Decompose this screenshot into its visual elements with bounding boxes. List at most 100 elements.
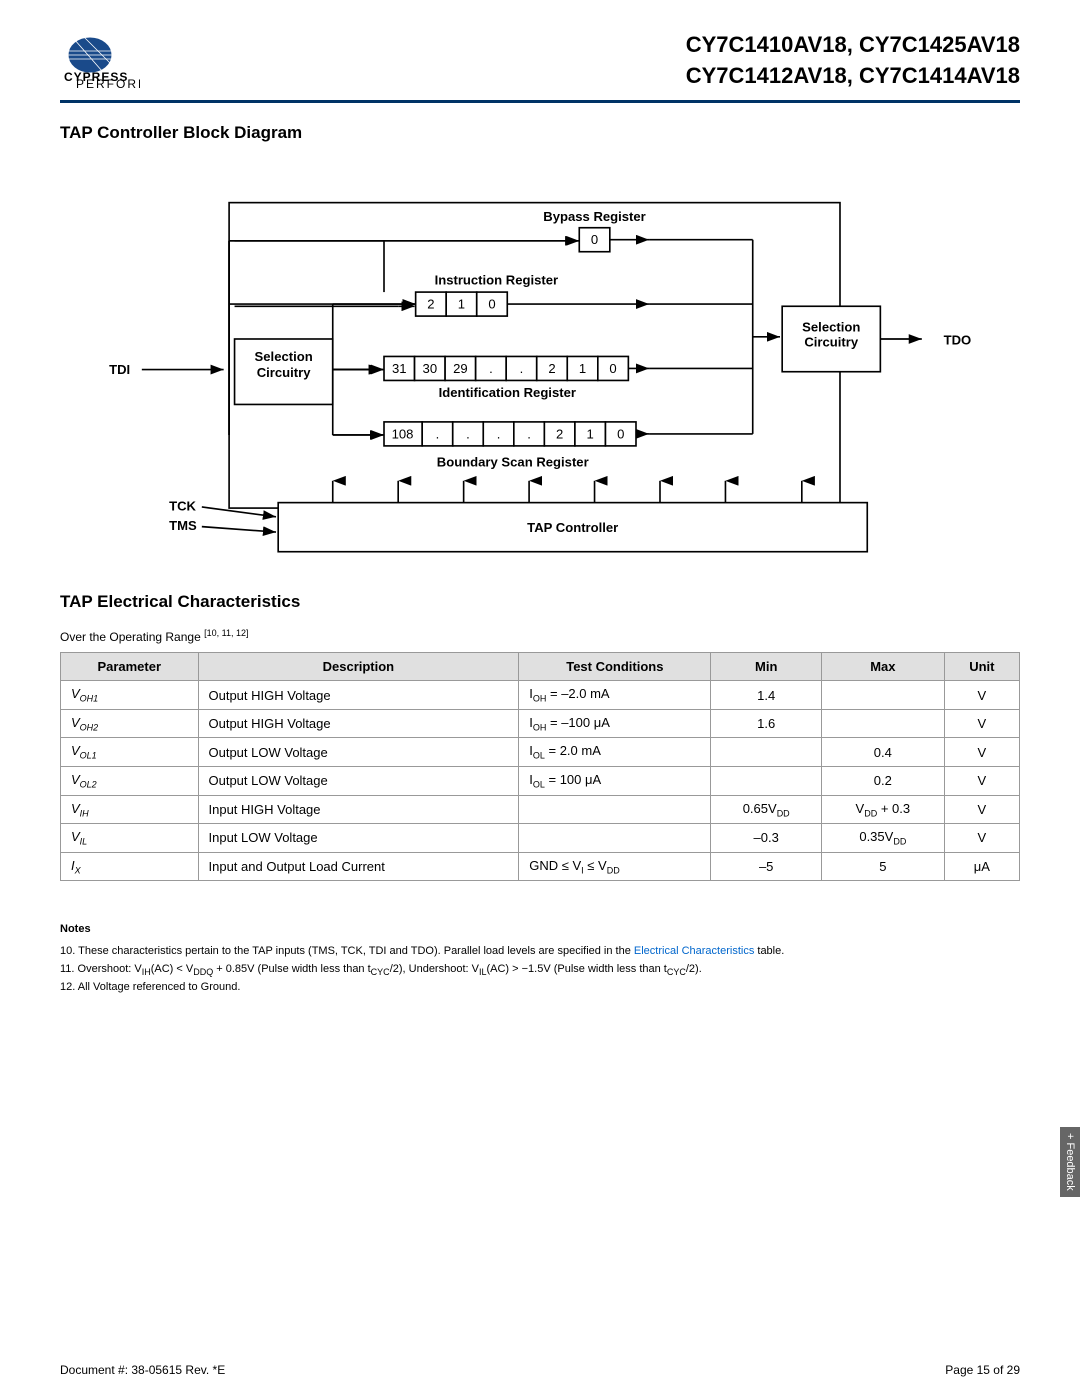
svg-text:108: 108	[392, 426, 414, 441]
svg-text:TMS: TMS	[169, 517, 197, 532]
svg-text:1: 1	[458, 296, 465, 311]
cell-max: 0.35VDD	[821, 824, 944, 853]
col-header-min: Min	[711, 653, 821, 681]
cell-test-conditions: IOL = 100 μA	[519, 767, 711, 796]
operating-range: Over the Operating Range [10, 11, 12]	[60, 628, 1020, 644]
svg-text:Circuitry: Circuitry	[804, 334, 859, 349]
svg-text:TDO: TDO	[944, 332, 972, 347]
cell-description: Output HIGH Voltage	[198, 709, 519, 738]
cell-param: VOH1	[61, 681, 199, 710]
cell-description: Input LOW Voltage	[198, 824, 519, 853]
svg-text:.: .	[436, 426, 440, 441]
svg-text:Circuitry: Circuitry	[257, 365, 312, 380]
electrical-characteristics-link[interactable]: Electrical Characteristics	[634, 945, 754, 957]
svg-text:1: 1	[587, 426, 594, 441]
title-line1: CY7C1410AV18, CY7C1425AV18	[686, 32, 1020, 57]
cell-max: 0.4	[821, 738, 944, 767]
page-number: Page 15 of 29	[945, 1363, 1020, 1377]
cell-unit: V	[944, 795, 1019, 824]
cell-min: –5	[711, 852, 821, 881]
table-row: IX Input and Output Load Current GND ≤ V…	[61, 852, 1020, 881]
svg-text:0: 0	[617, 426, 624, 441]
table-section: TAP Electrical Characteristics Over the …	[60, 592, 1020, 881]
note-item: 12. All Voltage referenced to Ground.	[60, 979, 1020, 997]
cell-min	[711, 767, 821, 796]
svg-text:Bypass Register: Bypass Register	[543, 209, 645, 224]
notes-section: Notes 10. These characteristics pertain …	[60, 921, 1020, 996]
svg-text:29: 29	[453, 360, 468, 375]
svg-text:30: 30	[423, 360, 438, 375]
svg-text:31: 31	[392, 360, 407, 375]
cell-unit: μA	[944, 852, 1019, 881]
cell-description: Input and Output Load Current	[198, 852, 519, 881]
feedback-button[interactable]: + Feedback	[1060, 1127, 1080, 1197]
cell-description: Output LOW Voltage	[198, 767, 519, 796]
cell-description: Output HIGH Voltage	[198, 681, 519, 710]
svg-text:Instruction Register: Instruction Register	[435, 272, 559, 287]
svg-text:Identification Register: Identification Register	[439, 384, 576, 399]
table-row: VIH Input HIGH Voltage 0.65VDD VDD + 0.3…	[61, 795, 1020, 824]
cell-param: VOL1	[61, 738, 199, 767]
table-row: VOL2 Output LOW Voltage IOL = 100 μA 0.2…	[61, 767, 1020, 796]
cell-unit: V	[944, 767, 1019, 796]
cell-param: VIH	[61, 795, 199, 824]
cell-unit: V	[944, 709, 1019, 738]
cell-description: Output LOW Voltage	[198, 738, 519, 767]
title-line2: CY7C1412AV18, CY7C1414AV18	[686, 63, 1020, 88]
svg-text:2: 2	[548, 360, 555, 375]
cell-unit: V	[944, 824, 1019, 853]
svg-text:.: .	[527, 426, 531, 441]
cell-test-conditions: GND ≤ VI ≤ VDD	[519, 852, 711, 881]
col-header-max: Max	[821, 653, 944, 681]
svg-text:Boundary Scan Register: Boundary Scan Register	[437, 454, 589, 469]
note-item: 10. These characteristics pertain to the…	[60, 943, 1020, 961]
diagram-section-title: TAP Controller Block Diagram	[60, 123, 1020, 143]
svg-text:.: .	[489, 360, 493, 375]
cell-param: VIL	[61, 824, 199, 853]
svg-text:0: 0	[488, 296, 495, 311]
cell-description: Input HIGH Voltage	[198, 795, 519, 824]
cell-min: 0.65VDD	[711, 795, 821, 824]
cell-test-conditions	[519, 795, 711, 824]
svg-text:2: 2	[556, 426, 563, 441]
header-title: CY7C1410AV18, CY7C1425AV18 CY7C1412AV18,…	[686, 30, 1020, 92]
svg-text:1: 1	[579, 360, 586, 375]
cell-param: IX	[61, 852, 199, 881]
footer: Document #: 38-05615 Rev. *E Page 15 of …	[60, 1363, 1020, 1377]
svg-text:0: 0	[609, 360, 616, 375]
cell-max: VDD + 0.3	[821, 795, 944, 824]
svg-text:TAP Controller: TAP Controller	[527, 520, 618, 535]
table-row: VOH2 Output HIGH Voltage IOH = –100 μA 1…	[61, 709, 1020, 738]
cell-unit: V	[944, 738, 1019, 767]
svg-text:TCK: TCK	[169, 498, 196, 513]
cell-max: 5	[821, 852, 944, 881]
table-row: VOH1 Output HIGH Voltage IOH = –2.0 mA 1…	[61, 681, 1020, 710]
cell-test-conditions: IOL = 2.0 mA	[519, 738, 711, 767]
cell-max	[821, 681, 944, 710]
svg-text:TDI: TDI	[109, 361, 130, 376]
diagram-container: TDI Selection Circuitry 0 Bypass Registe…	[60, 159, 1020, 563]
logo: CYPRESS PERFORM	[60, 33, 140, 88]
cell-min: 1.4	[711, 681, 821, 710]
table-row: VOL1 Output LOW Voltage IOL = 2.0 mA 0.4…	[61, 738, 1020, 767]
svg-text:.: .	[466, 426, 470, 441]
notes-title: Notes	[60, 921, 1020, 939]
col-header-parameter: Parameter	[61, 653, 199, 681]
svg-text:2: 2	[427, 296, 434, 311]
col-header-test-conditions: Test Conditions	[519, 653, 711, 681]
col-header-description: Description	[198, 653, 519, 681]
svg-text:PERFORM: PERFORM	[76, 77, 140, 88]
cell-test-conditions: IOH = –100 μA	[519, 709, 711, 738]
svg-text:0: 0	[591, 232, 598, 247]
table-section-title: TAP Electrical Characteristics	[60, 592, 1020, 612]
doc-number: Document #: 38-05615 Rev. *E	[60, 1363, 225, 1377]
cell-param: VOL2	[61, 767, 199, 796]
cell-unit: V	[944, 681, 1019, 710]
svg-text:Selection: Selection	[255, 348, 313, 363]
cell-min: –0.3	[711, 824, 821, 853]
cell-test-conditions: IOH = –2.0 mA	[519, 681, 711, 710]
cell-max	[821, 709, 944, 738]
cell-max: 0.2	[821, 767, 944, 796]
svg-text:.: .	[520, 360, 524, 375]
table-row: VIL Input LOW Voltage –0.3 0.35VDD V	[61, 824, 1020, 853]
